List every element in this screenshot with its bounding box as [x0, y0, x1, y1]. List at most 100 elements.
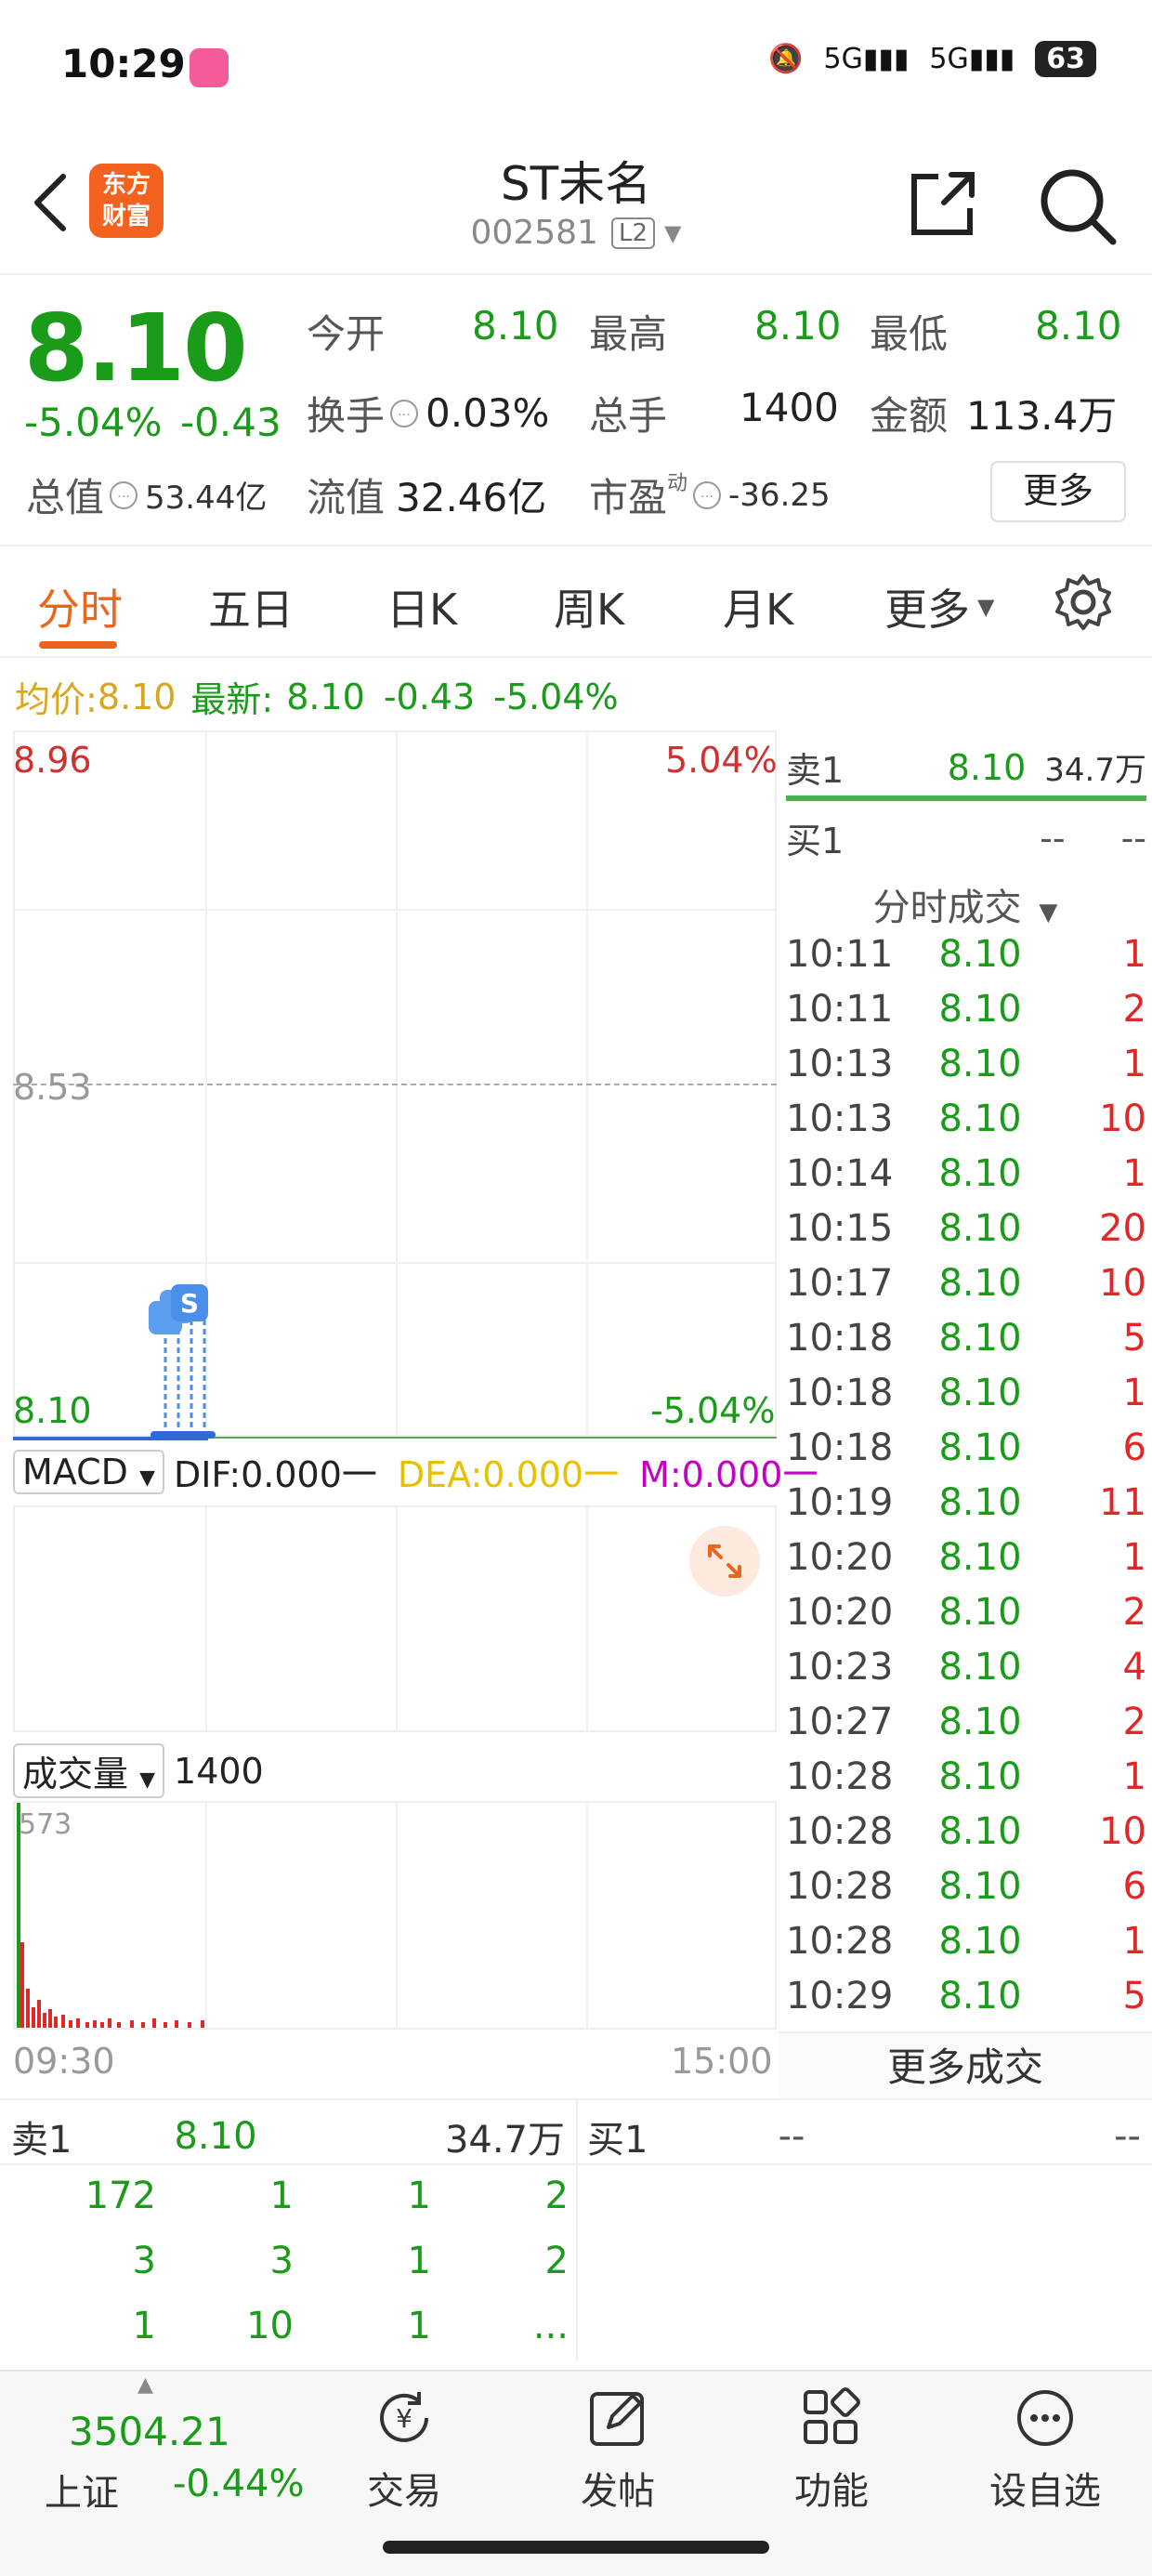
- tab-more-label: 更多: [884, 585, 970, 635]
- period-tabs: 分时 五日 日K 周K 月K 更多 ▼: [0, 548, 1152, 658]
- trade-volume: 20: [1099, 1207, 1146, 1250]
- nav-trade-label: 交易: [367, 2470, 441, 2513]
- high-value: 8.10: [754, 303, 842, 348]
- axis-high-price: 8.96: [13, 740, 92, 781]
- expand-icon[interactable]: [689, 1526, 760, 1597]
- time-axis-end: 15:00: [671, 2041, 773, 2082]
- trade-price: 8.10: [938, 1207, 1022, 1250]
- tab-intraday[interactable]: 分时: [37, 576, 123, 637]
- sell1-label: 卖1: [786, 750, 844, 791]
- queue-row: 172 1 1 2: [19, 2175, 569, 2240]
- app-notification-icon: [190, 48, 229, 87]
- volume-panel: [13, 1801, 777, 2030]
- trade-price: 8.10: [938, 1975, 1022, 2017]
- mute-icon: 🔕: [768, 43, 804, 75]
- queue-buy-header: 买1 -- --: [587, 2109, 1141, 2163]
- trade-price: 8.10: [938, 1043, 1022, 1085]
- sell1-volume: 34.7万: [1044, 752, 1146, 789]
- more-button[interactable]: 更多: [990, 461, 1126, 522]
- total-cap-item: 总值 … 53.44亿: [26, 467, 267, 523]
- share-icon[interactable]: [901, 162, 985, 245]
- caret-down-icon: ▼: [1039, 899, 1058, 927]
- status-time: 10:29: [61, 41, 186, 86]
- signal-icon-2: 5G▮▮▮: [929, 43, 1015, 75]
- trade-price: 8.10: [938, 933, 1022, 976]
- nav-post-label: 发帖: [581, 2470, 655, 2513]
- nav-post[interactable]: 发帖: [539, 2385, 697, 2515]
- more-trades-button[interactable]: 更多成交: [779, 2031, 1152, 2100]
- tab-daily-k[interactable]: 日K: [386, 576, 457, 637]
- stock-code: 002581: [470, 214, 598, 252]
- trade-price: 8.10: [938, 1701, 1022, 1743]
- queue-cell: 1: [269, 2175, 294, 2217]
- trade-time: 10:20: [786, 1591, 894, 1634]
- trade-row: 10:27 8.10 2: [786, 1701, 1146, 1755]
- queue-row: 3 3 1 2: [19, 2240, 569, 2305]
- nav-functions[interactable]: 功能: [753, 2385, 910, 2515]
- open-value: 8.10: [472, 303, 559, 348]
- trade-price: 8.10: [938, 1920, 1022, 1963]
- pe-label: 市盈: [589, 475, 668, 520]
- volume-header: 成交量 ▼ 1400: [13, 1743, 264, 1798]
- turnover-label: 换手: [307, 393, 386, 439]
- trade-volume: 1: [1122, 1536, 1146, 1579]
- trade-volume: 10: [1099, 1097, 1146, 1140]
- quote-panel: 8.10 -5.04% -0.43 今开 8.10 最高 8.10 最低 8.1…: [0, 275, 1152, 546]
- trade-price: 8.10: [938, 1372, 1022, 1414]
- index-change: -0.44%: [173, 2463, 305, 2505]
- battery-icon: 63: [1035, 41, 1096, 77]
- more-circle-icon: [1017, 2390, 1073, 2446]
- search-icon[interactable]: [1033, 162, 1122, 251]
- buy1-label: 买1: [786, 821, 844, 861]
- trades-title: 分时成交: [872, 887, 1022, 929]
- float-cap-value: 32.46亿: [396, 475, 547, 520]
- pe-dynamic-mark: 动: [667, 472, 688, 495]
- trade-row: 10:18 8.10 5: [786, 1317, 1146, 1372]
- trade-price: 8.10: [938, 1536, 1022, 1579]
- trade-price: 8.10: [938, 1426, 1022, 1469]
- avg-price-label: 均价:: [15, 679, 98, 720]
- current-price: 8.10: [24, 294, 248, 402]
- home-indicator[interactable]: [383, 2541, 769, 2554]
- latest-change: -0.43: [383, 676, 476, 717]
- queue-row: 1 10 1...: [19, 2305, 569, 2370]
- sell-marker-icon[interactable]: S: [143, 1282, 221, 1439]
- nav-trade[interactable]: ¥ 交易: [325, 2385, 483, 2515]
- trade-row: 10:20 8.10 2: [786, 1591, 1146, 1646]
- status-icons: 🔕 5G▮▮▮ 5G▮▮▮ 63: [768, 41, 1096, 77]
- info-icon[interactable]: …: [110, 480, 138, 509]
- tab-monthly-k[interactable]: 月K: [723, 576, 793, 637]
- volume-selector[interactable]: 成交量 ▼: [13, 1743, 165, 1798]
- axis-mid-price: 8.53: [13, 1067, 92, 1108]
- trade-price: 8.10: [938, 1810, 1022, 1853]
- nav-add-watchlist[interactable]: 设自选: [966, 2385, 1124, 2515]
- trade-icon: ¥: [380, 2392, 428, 2442]
- tab-weekly-k[interactable]: 周K: [554, 576, 624, 637]
- trade-row: 10:11 8.10 1: [786, 933, 1146, 988]
- buy1-price: --: [1040, 817, 1066, 859]
- trade-row: 10:18 8.10 1: [786, 1372, 1146, 1426]
- trade-volume: 1: [1122, 1152, 1146, 1195]
- svg-text:S: S: [180, 1288, 199, 1319]
- latest-value: 8.10: [286, 676, 365, 717]
- total-cap-label: 总值: [26, 475, 105, 520]
- info-icon[interactable]: …: [390, 399, 419, 427]
- macd-dif: DIF:0.000一: [173, 1454, 377, 1495]
- trade-time: 10:13: [786, 1097, 894, 1140]
- trade-price: 8.10: [938, 1755, 1022, 1798]
- trade-row: 10:28 8.10 1: [786, 1755, 1146, 1810]
- macd-panel: [13, 1505, 777, 1732]
- index-value[interactable]: 3504.21: [69, 2409, 230, 2454]
- svg-text:¥: ¥: [396, 2403, 412, 2434]
- queue-sell-label: 卖1: [11, 2119, 72, 2162]
- trade-row: 10:28 8.10 10: [786, 1810, 1146, 1865]
- info-icon[interactable]: …: [693, 480, 722, 509]
- indicator-selector[interactable]: MACD ▼: [13, 1449, 164, 1494]
- trades-header[interactable]: 分时成交 ▼: [779, 877, 1152, 931]
- queue-divider: [576, 2100, 578, 2360]
- tab-five-day[interactable]: 五日: [208, 576, 294, 637]
- float-cap-label: 流值: [307, 475, 386, 520]
- tab-more[interactable]: 更多 ▼: [884, 576, 994, 637]
- index-name[interactable]: 上证: [45, 2463, 119, 2517]
- gear-icon[interactable]: [1052, 571, 1115, 634]
